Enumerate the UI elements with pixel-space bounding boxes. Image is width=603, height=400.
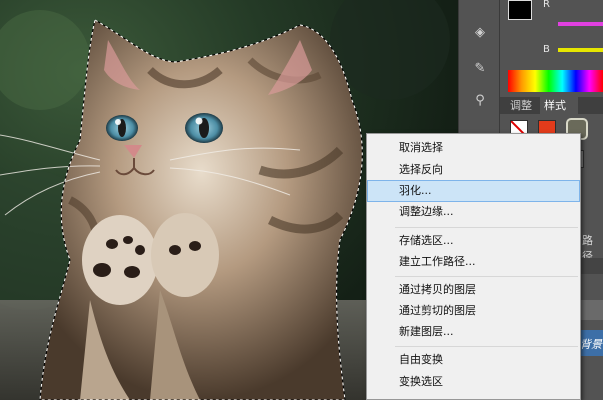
- menu-item-select-inverse[interactable]: 选择反向: [367, 159, 580, 181]
- menu-item-layer-via-copy[interactable]: 通过拷贝的图层: [367, 279, 580, 301]
- menu-item-transform-selection[interactable]: 变换选区: [367, 371, 580, 393]
- menu-separator: [395, 227, 578, 228]
- brush-icon[interactable]: ✎: [469, 58, 491, 80]
- color-panel: R B G: [500, 0, 603, 96]
- lock-icon[interactable]: [581, 300, 603, 320]
- menu-item-save-selection[interactable]: 存储选区...: [367, 230, 580, 252]
- 3d-icon[interactable]: ◈: [469, 22, 491, 44]
- foreground-color-swatch[interactable]: [508, 0, 532, 20]
- menu-item-feather[interactable]: 羽化...: [367, 180, 580, 202]
- menu-item-layer-via-cut[interactable]: 通过剪切的图层: [367, 300, 580, 322]
- tab-styles[interactable]: 样式: [540, 97, 578, 114]
- selection-context-menu: 取消选择 选择反向 羽化... 调整边缘... 存储选区... 建立工作路径..…: [366, 133, 581, 400]
- menu-item-free-transform[interactable]: 自由变换: [367, 349, 580, 371]
- tab-adjustments[interactable]: 调整: [508, 97, 542, 114]
- menu-separator: [395, 276, 578, 277]
- channel-b-label: B: [543, 44, 550, 55]
- menu-item-refine-edge[interactable]: 调整边缘...: [367, 201, 580, 223]
- menu-item-new-layer[interactable]: 新建图层...: [367, 321, 580, 343]
- menu-item-deselect[interactable]: 取消选择: [367, 137, 580, 159]
- menu-item-make-work-path[interactable]: 建立工作路径...: [367, 251, 580, 273]
- menu-separator: [395, 346, 578, 347]
- layer-visibility-strip: [581, 258, 603, 274]
- color-spectrum[interactable]: [508, 70, 603, 92]
- channel-r-slider[interactable]: [558, 22, 603, 26]
- panel-tabs: 调整 样式: [500, 97, 603, 114]
- channel-b-slider[interactable]: [558, 48, 603, 52]
- layer-name: 背景: [580, 338, 602, 351]
- clone-source-icon[interactable]: ⚲: [469, 90, 491, 112]
- channel-r-label: R: [543, 0, 550, 10]
